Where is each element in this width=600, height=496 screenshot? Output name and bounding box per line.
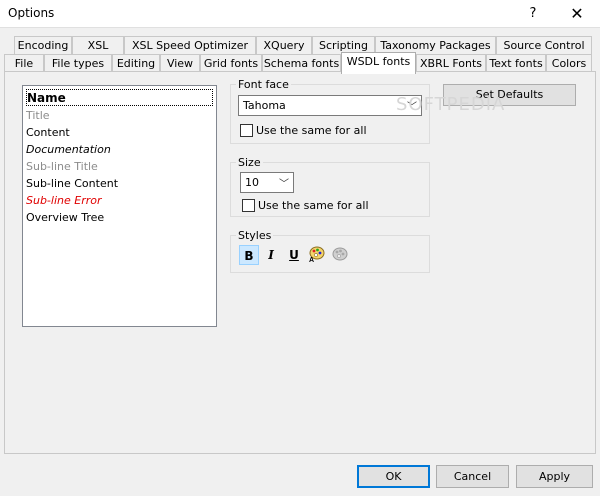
bold-button[interactable]: B <box>239 245 259 265</box>
tab-xbrl-fonts[interactable]: XBRL Fonts <box>416 54 486 72</box>
list-item-title[interactable]: Title <box>26 107 50 124</box>
size-select[interactable]: 10 ﹀ <box>240 172 294 193</box>
tab-file-types[interactable]: File types <box>44 54 112 72</box>
chevron-down-icon: ﹀ <box>279 179 289 190</box>
tab-colors[interactable]: Colors <box>546 54 592 72</box>
underline-button[interactable]: U <box>284 245 304 265</box>
ok-button[interactable]: OK <box>357 465 430 488</box>
list-item-sub-line-content[interactable]: Sub-line Content <box>26 175 118 192</box>
font-element-list[interactable]: Name Title Content Documentation Sub-lin… <box>22 85 217 327</box>
font-face-select[interactable]: Tahoma ﹀ <box>238 95 422 116</box>
softpedia-watermark: SOFTPEDIA <box>396 94 506 115</box>
size-same-for-all-label: Use the same for all <box>258 199 369 212</box>
tab-xsl-speed-optimizer[interactable]: XSL Speed Optimizer <box>124 36 256 54</box>
tab-view[interactable]: View <box>160 54 200 72</box>
size-same-for-all-checkbox[interactable] <box>242 199 255 212</box>
palette-icon: A <box>309 246 325 264</box>
tab-xquery[interactable]: XQuery <box>256 36 312 54</box>
tab-grid-fonts[interactable]: Grid fonts <box>200 54 262 72</box>
svg-text:A: A <box>309 257 314 263</box>
tab-encoding[interactable]: Encoding <box>14 36 72 54</box>
list-item-name[interactable]: Name <box>26 89 213 106</box>
background-color-button[interactable] <box>330 245 350 265</box>
size-value: 10 <box>245 176 259 189</box>
apply-button[interactable]: Apply <box>516 465 593 488</box>
help-button[interactable]: ? <box>520 0 546 28</box>
styles-label: Styles <box>236 229 274 242</box>
text-color-button[interactable]: A <box>307 245 327 265</box>
tab-text-fonts[interactable]: Text fonts <box>486 54 546 72</box>
font-face-label: Font face <box>236 78 291 91</box>
list-item-sub-line-error[interactable]: Sub-line Error <box>26 192 102 209</box>
font-face-value: Tahoma <box>243 99 286 112</box>
tab-file[interactable]: File <box>4 54 44 72</box>
tab-xsl[interactable]: XSL <box>72 36 124 54</box>
font-face-same-for-all-label: Use the same for all <box>256 124 367 137</box>
list-item-overview-tree[interactable]: Overview Tree <box>26 209 104 226</box>
title-bar: Options ? ✕ <box>0 0 600 28</box>
cancel-button[interactable]: Cancel <box>436 465 509 488</box>
list-item-content[interactable]: Content <box>26 124 70 141</box>
tab-source-control[interactable]: Source Control <box>496 36 592 54</box>
tab-schema-fonts[interactable]: Schema fonts <box>262 54 341 72</box>
close-button[interactable]: ✕ <box>560 0 594 28</box>
font-face-same-for-all-checkbox[interactable] <box>240 124 253 137</box>
size-label: Size <box>236 156 263 169</box>
list-item-documentation[interactable]: Documentation <box>26 141 111 158</box>
window-title: Options <box>8 6 55 20</box>
palette-disabled-icon <box>332 247 348 261</box>
tab-wsdl-fonts[interactable]: WSDL fonts <box>341 52 416 74</box>
list-item-sub-line-title[interactable]: Sub-line Title <box>26 158 98 175</box>
tab-editing[interactable]: Editing <box>112 54 160 72</box>
italic-button[interactable]: I <box>261 245 281 265</box>
